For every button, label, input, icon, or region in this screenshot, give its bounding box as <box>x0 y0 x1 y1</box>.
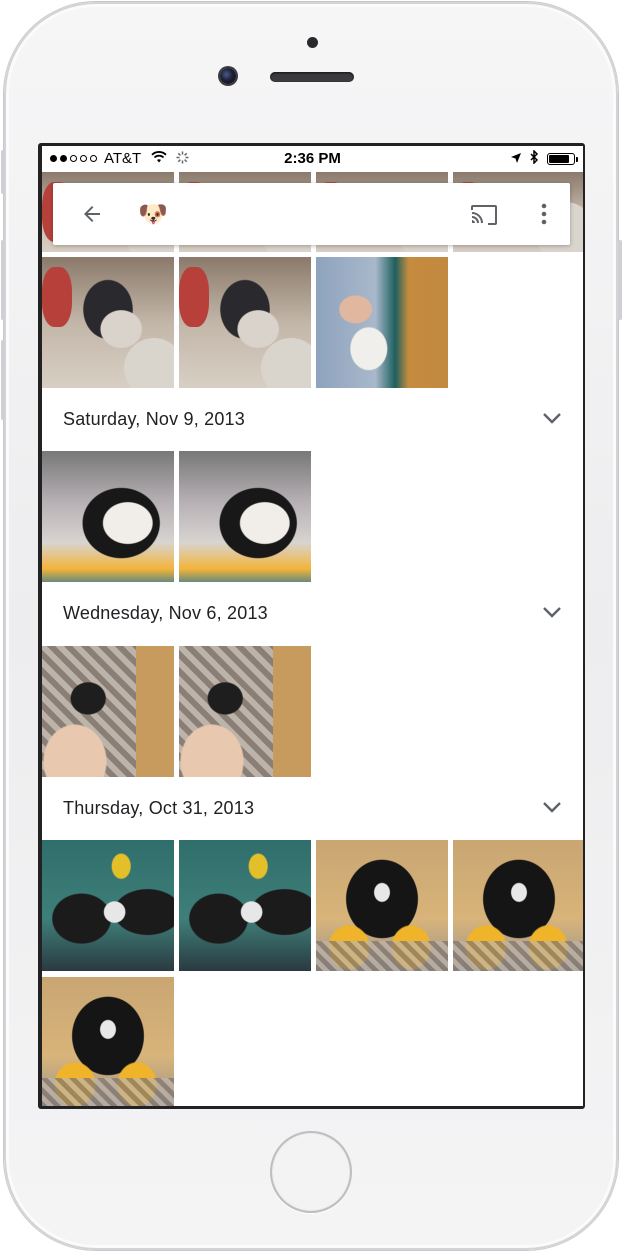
volume-down-button <box>1 340 5 420</box>
photo-row <box>42 257 448 388</box>
status-right <box>510 149 578 168</box>
photo-thumbnail[interactable] <box>316 840 448 971</box>
section-date: Thursday, Oct 31, 2013 <box>63 798 255 818</box>
app-bar: 🐶 <box>53 183 570 245</box>
earpiece-speaker <box>270 72 354 82</box>
date-section-header[interactable]: Thursday, Oct 31, 2013 <box>42 778 583 840</box>
photo-thumbnail[interactable] <box>179 257 311 388</box>
photo-thumbnail[interactable] <box>42 257 174 388</box>
chevron-down-icon[interactable] <box>539 794 565 820</box>
battery-level-fill <box>549 155 570 163</box>
photo-thumbnail[interactable] <box>42 840 174 971</box>
photo-thumbnail[interactable] <box>179 646 311 777</box>
bluetooth-icon <box>530 149 539 168</box>
photo-thumbnail[interactable] <box>179 451 311 582</box>
face-thumbnail[interactable]: 🐶 <box>133 183 173 245</box>
photo-row <box>42 451 311 582</box>
photo-row <box>42 646 311 777</box>
chevron-down-icon[interactable] <box>539 599 565 625</box>
cast-icon[interactable] <box>468 183 500 245</box>
section-date: Saturday, Nov 9, 2013 <box>63 409 245 429</box>
app-screen: AT&T 2:36 PM 🐶 Saturday, Nov 9, 2013 Wed… <box>42 146 583 1106</box>
photo-thumbnail[interactable] <box>316 257 448 388</box>
photo-row <box>42 840 583 971</box>
sensor-dot <box>307 37 318 48</box>
status-bar: AT&T 2:36 PM <box>42 146 583 172</box>
power-button <box>618 240 622 320</box>
front-camera <box>220 68 236 84</box>
back-arrow-icon[interactable] <box>77 183 107 245</box>
mute-switch <box>1 150 5 194</box>
date-section-header[interactable]: Wednesday, Nov 6, 2013 <box>42 583 583 645</box>
location-arrow-icon <box>510 151 522 168</box>
more-vert-icon[interactable] <box>533 183 555 245</box>
photo-thumbnail[interactable] <box>42 977 174 1106</box>
status-time: 2:36 PM <box>284 150 341 167</box>
date-section-header[interactable]: Saturday, Nov 9, 2013 <box>42 389 583 451</box>
photo-thumbnail[interactable] <box>42 646 174 777</box>
photo-row <box>42 977 174 1106</box>
chevron-down-icon[interactable] <box>539 405 565 431</box>
battery-icon <box>547 153 578 165</box>
photo-thumbnail[interactable] <box>453 840 583 971</box>
volume-up-button <box>1 240 5 320</box>
photo-thumbnail[interactable] <box>42 451 174 582</box>
photo-thumbnail[interactable] <box>179 840 311 971</box>
section-date: Wednesday, Nov 6, 2013 <box>63 603 268 623</box>
home-button[interactable] <box>270 1131 352 1213</box>
